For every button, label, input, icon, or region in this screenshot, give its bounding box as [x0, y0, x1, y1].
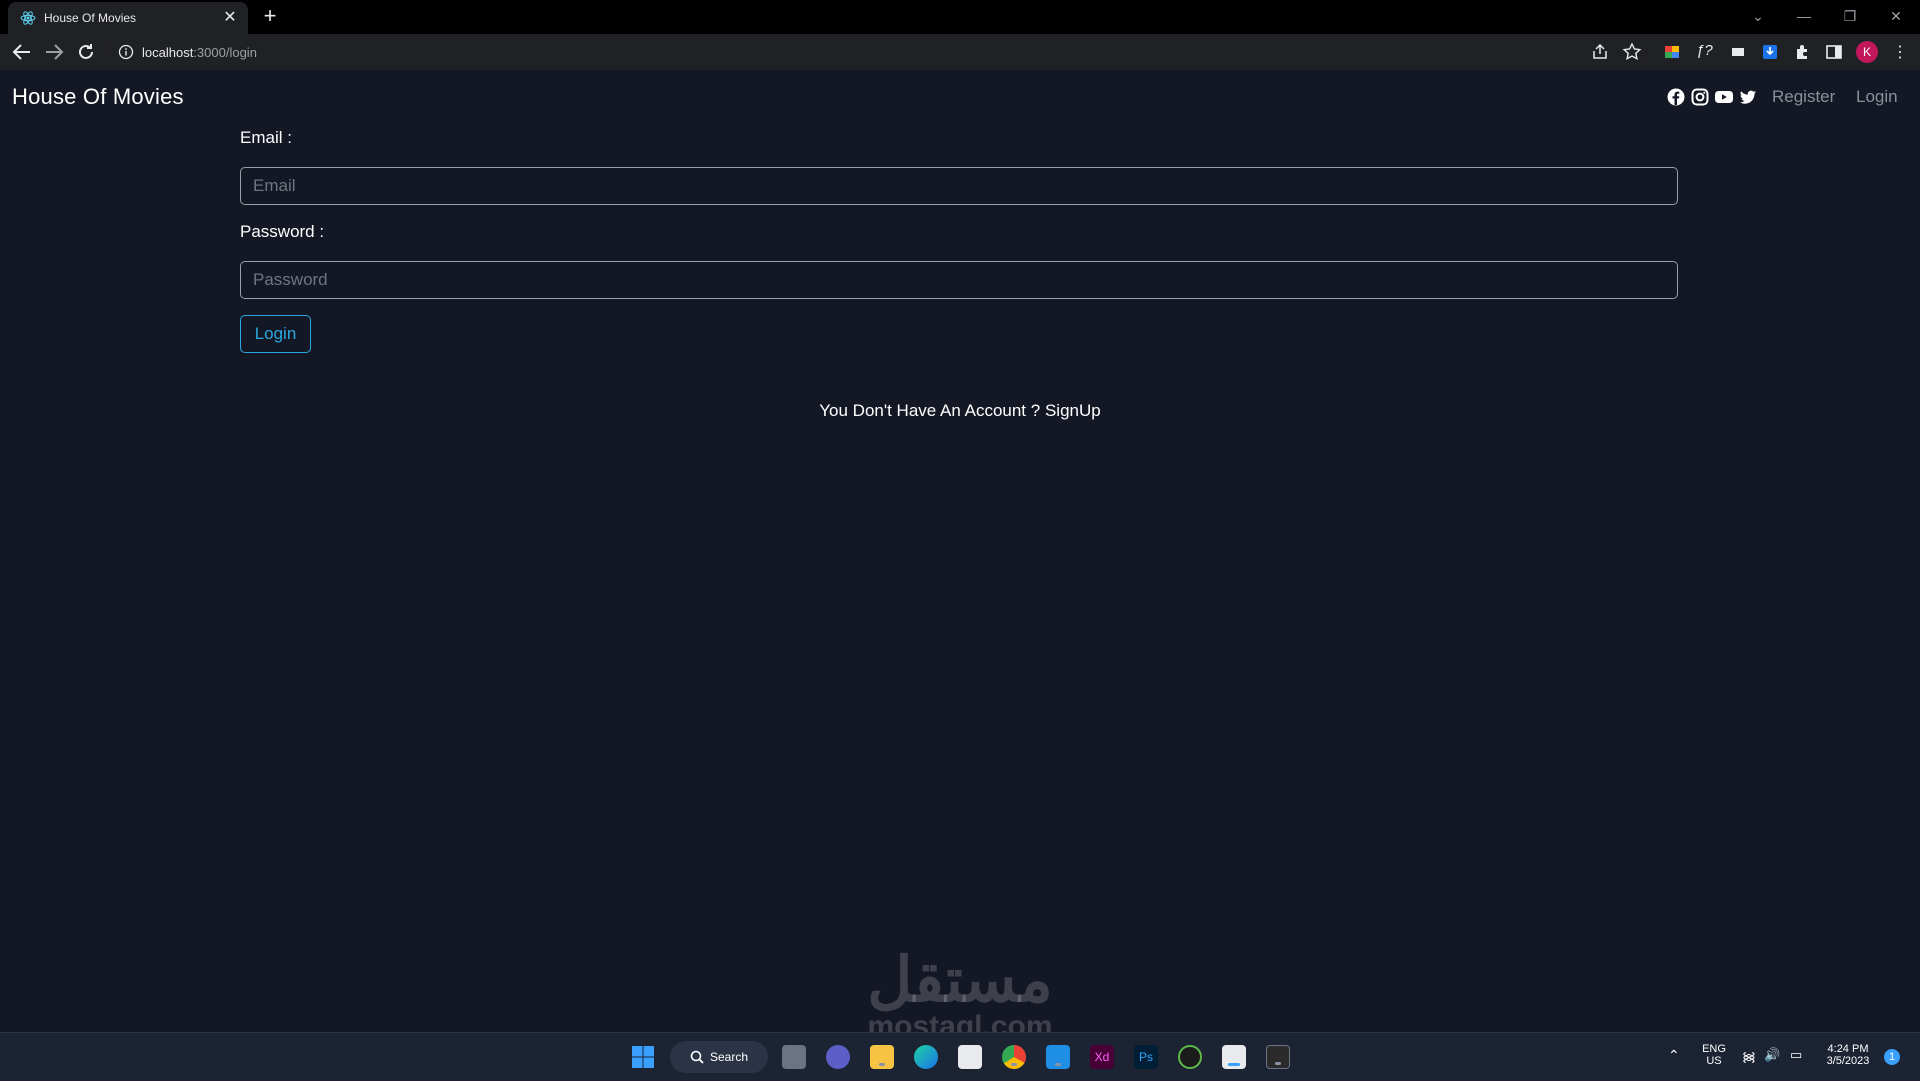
extensions-puzzle-icon[interactable] [1792, 42, 1812, 62]
wifi-icon[interactable]: ᯼ [1742, 1047, 1756, 1065]
nav-login-link[interactable]: Login [1856, 87, 1898, 107]
back-icon[interactable] [10, 40, 34, 64]
browser-toolbar: localhost:3000/login ƒ? K ⋮ [0, 34, 1920, 71]
facebook-icon[interactable] [1667, 88, 1685, 106]
nav-register-link[interactable]: Register [1772, 87, 1835, 107]
browser-menu-icon[interactable]: ⋮ [1890, 42, 1910, 62]
tab-close-icon[interactable]: ✕ [220, 8, 240, 28]
youtube-icon[interactable] [1714, 88, 1734, 106]
react-favicon-icon [20, 11, 36, 25]
side-panel-icon[interactable] [1824, 42, 1844, 62]
function-extension-icon[interactable]: ƒ? [1696, 42, 1716, 62]
page-content: House Of Movies Register Login Email : P… [0, 70, 1920, 1042]
bookmark-star-icon[interactable] [1622, 42, 1642, 62]
edge-browser-icon[interactable] [914, 1045, 938, 1069]
show-hidden-icons-icon[interactable]: ⌃ [1668, 1047, 1680, 1064]
password-label: Password : [240, 222, 325, 241]
snipping-tool-icon[interactable] [1222, 1045, 1246, 1069]
clock-time: 4:24 PM [1827, 1043, 1869, 1055]
site-info-icon[interactable] [118, 44, 134, 60]
volume-icon[interactable]: 🔊 [1764, 1047, 1780, 1063]
windows-start-icon[interactable] [631, 1045, 655, 1069]
clock[interactable]: 4:24 PM 3/5/2023 [1818, 1043, 1878, 1067]
battery-icon[interactable]: ▭ [1790, 1047, 1802, 1063]
minimize-icon[interactable]: — [1790, 4, 1818, 28]
taskbar-search-button[interactable]: Search [670, 1041, 768, 1073]
terminal-icon[interactable] [1266, 1045, 1290, 1069]
watermark-arabic: مستقل [867, 946, 1053, 1015]
profile-avatar[interactable]: K [1856, 41, 1878, 63]
windows-taskbar: Search Xd Ps ⌃ ENG US ᯼ 🔊 ▭ 4:24 PM 3/5/… [0, 1032, 1920, 1081]
new-tab-icon[interactable]: + [258, 5, 282, 29]
media-app-icon[interactable] [1178, 1045, 1202, 1069]
running-indicator [1275, 1062, 1281, 1065]
teams-chat-icon[interactable] [826, 1045, 850, 1069]
screen-extension-icon[interactable] [1728, 42, 1748, 62]
share-icon[interactable] [1590, 42, 1610, 62]
notification-badge[interactable]: 1 [1884, 1049, 1900, 1065]
language-indicator[interactable]: ENG US [1700, 1043, 1728, 1067]
adobe-xd-icon[interactable]: Xd [1090, 1045, 1114, 1069]
close-window-icon[interactable]: ✕ [1882, 4, 1910, 28]
twitter-icon[interactable] [1739, 88, 1757, 106]
running-indicator [1055, 1063, 1061, 1066]
reload-icon[interactable] [74, 40, 98, 64]
browser-tab-bar: House Of Movies ✕ + ⌄ — ❐ ✕ [0, 0, 1920, 34]
url-text[interactable]: localhost:3000/login [142, 45, 257, 60]
email-label: Email : [240, 128, 292, 147]
signup-question: You Don't Have An Account ? [819, 401, 1041, 420]
password-field[interactable] [240, 261, 1678, 299]
vscode-icon[interactable] [1046, 1045, 1070, 1069]
running-indicator [879, 1063, 885, 1066]
watermark-logo: مستقل mostaql.com [840, 950, 1080, 1042]
login-submit-button[interactable]: Login [240, 315, 311, 353]
running-indicator [1011, 1063, 1017, 1066]
browser-tab[interactable]: House Of Movies ✕ [8, 2, 248, 34]
url-path: :3000/login [193, 45, 257, 60]
signup-prompt: You Don't Have An Account ? SignUp [0, 401, 1920, 421]
photoshop-icon[interactable]: Ps [1134, 1045, 1158, 1069]
keyboard-region: US [1706, 1055, 1722, 1067]
address-bar[interactable]: localhost:3000/login [108, 38, 1648, 66]
file-explorer-icon[interactable] [870, 1045, 894, 1069]
signup-link[interactable]: SignUp [1045, 401, 1101, 420]
microsoft-store-icon[interactable] [958, 1045, 982, 1069]
clock-date: 3/5/2023 [1826, 1055, 1870, 1067]
task-view-icon[interactable] [782, 1045, 806, 1069]
color-extension-icon[interactable] [1662, 42, 1682, 62]
language-code: ENG [1702, 1043, 1726, 1055]
active-indicator [1228, 1063, 1240, 1066]
taskbar-search-label: Search [710, 1050, 749, 1064]
instagram-icon[interactable] [1691, 88, 1709, 106]
download-extension-icon[interactable] [1760, 42, 1780, 62]
url-host: localhost [142, 45, 194, 60]
restore-icon[interactable]: ❐ [1836, 4, 1864, 28]
email-field[interactable] [240, 167, 1678, 205]
chrome-icon[interactable] [1002, 1045, 1026, 1069]
search-icon [690, 1050, 704, 1064]
tab-title: House Of Movies [44, 11, 137, 25]
forward-icon[interactable] [42, 40, 66, 64]
tab-search-icon[interactable]: ⌄ [1744, 4, 1772, 28]
site-brand[interactable]: House Of Movies [12, 84, 184, 110]
